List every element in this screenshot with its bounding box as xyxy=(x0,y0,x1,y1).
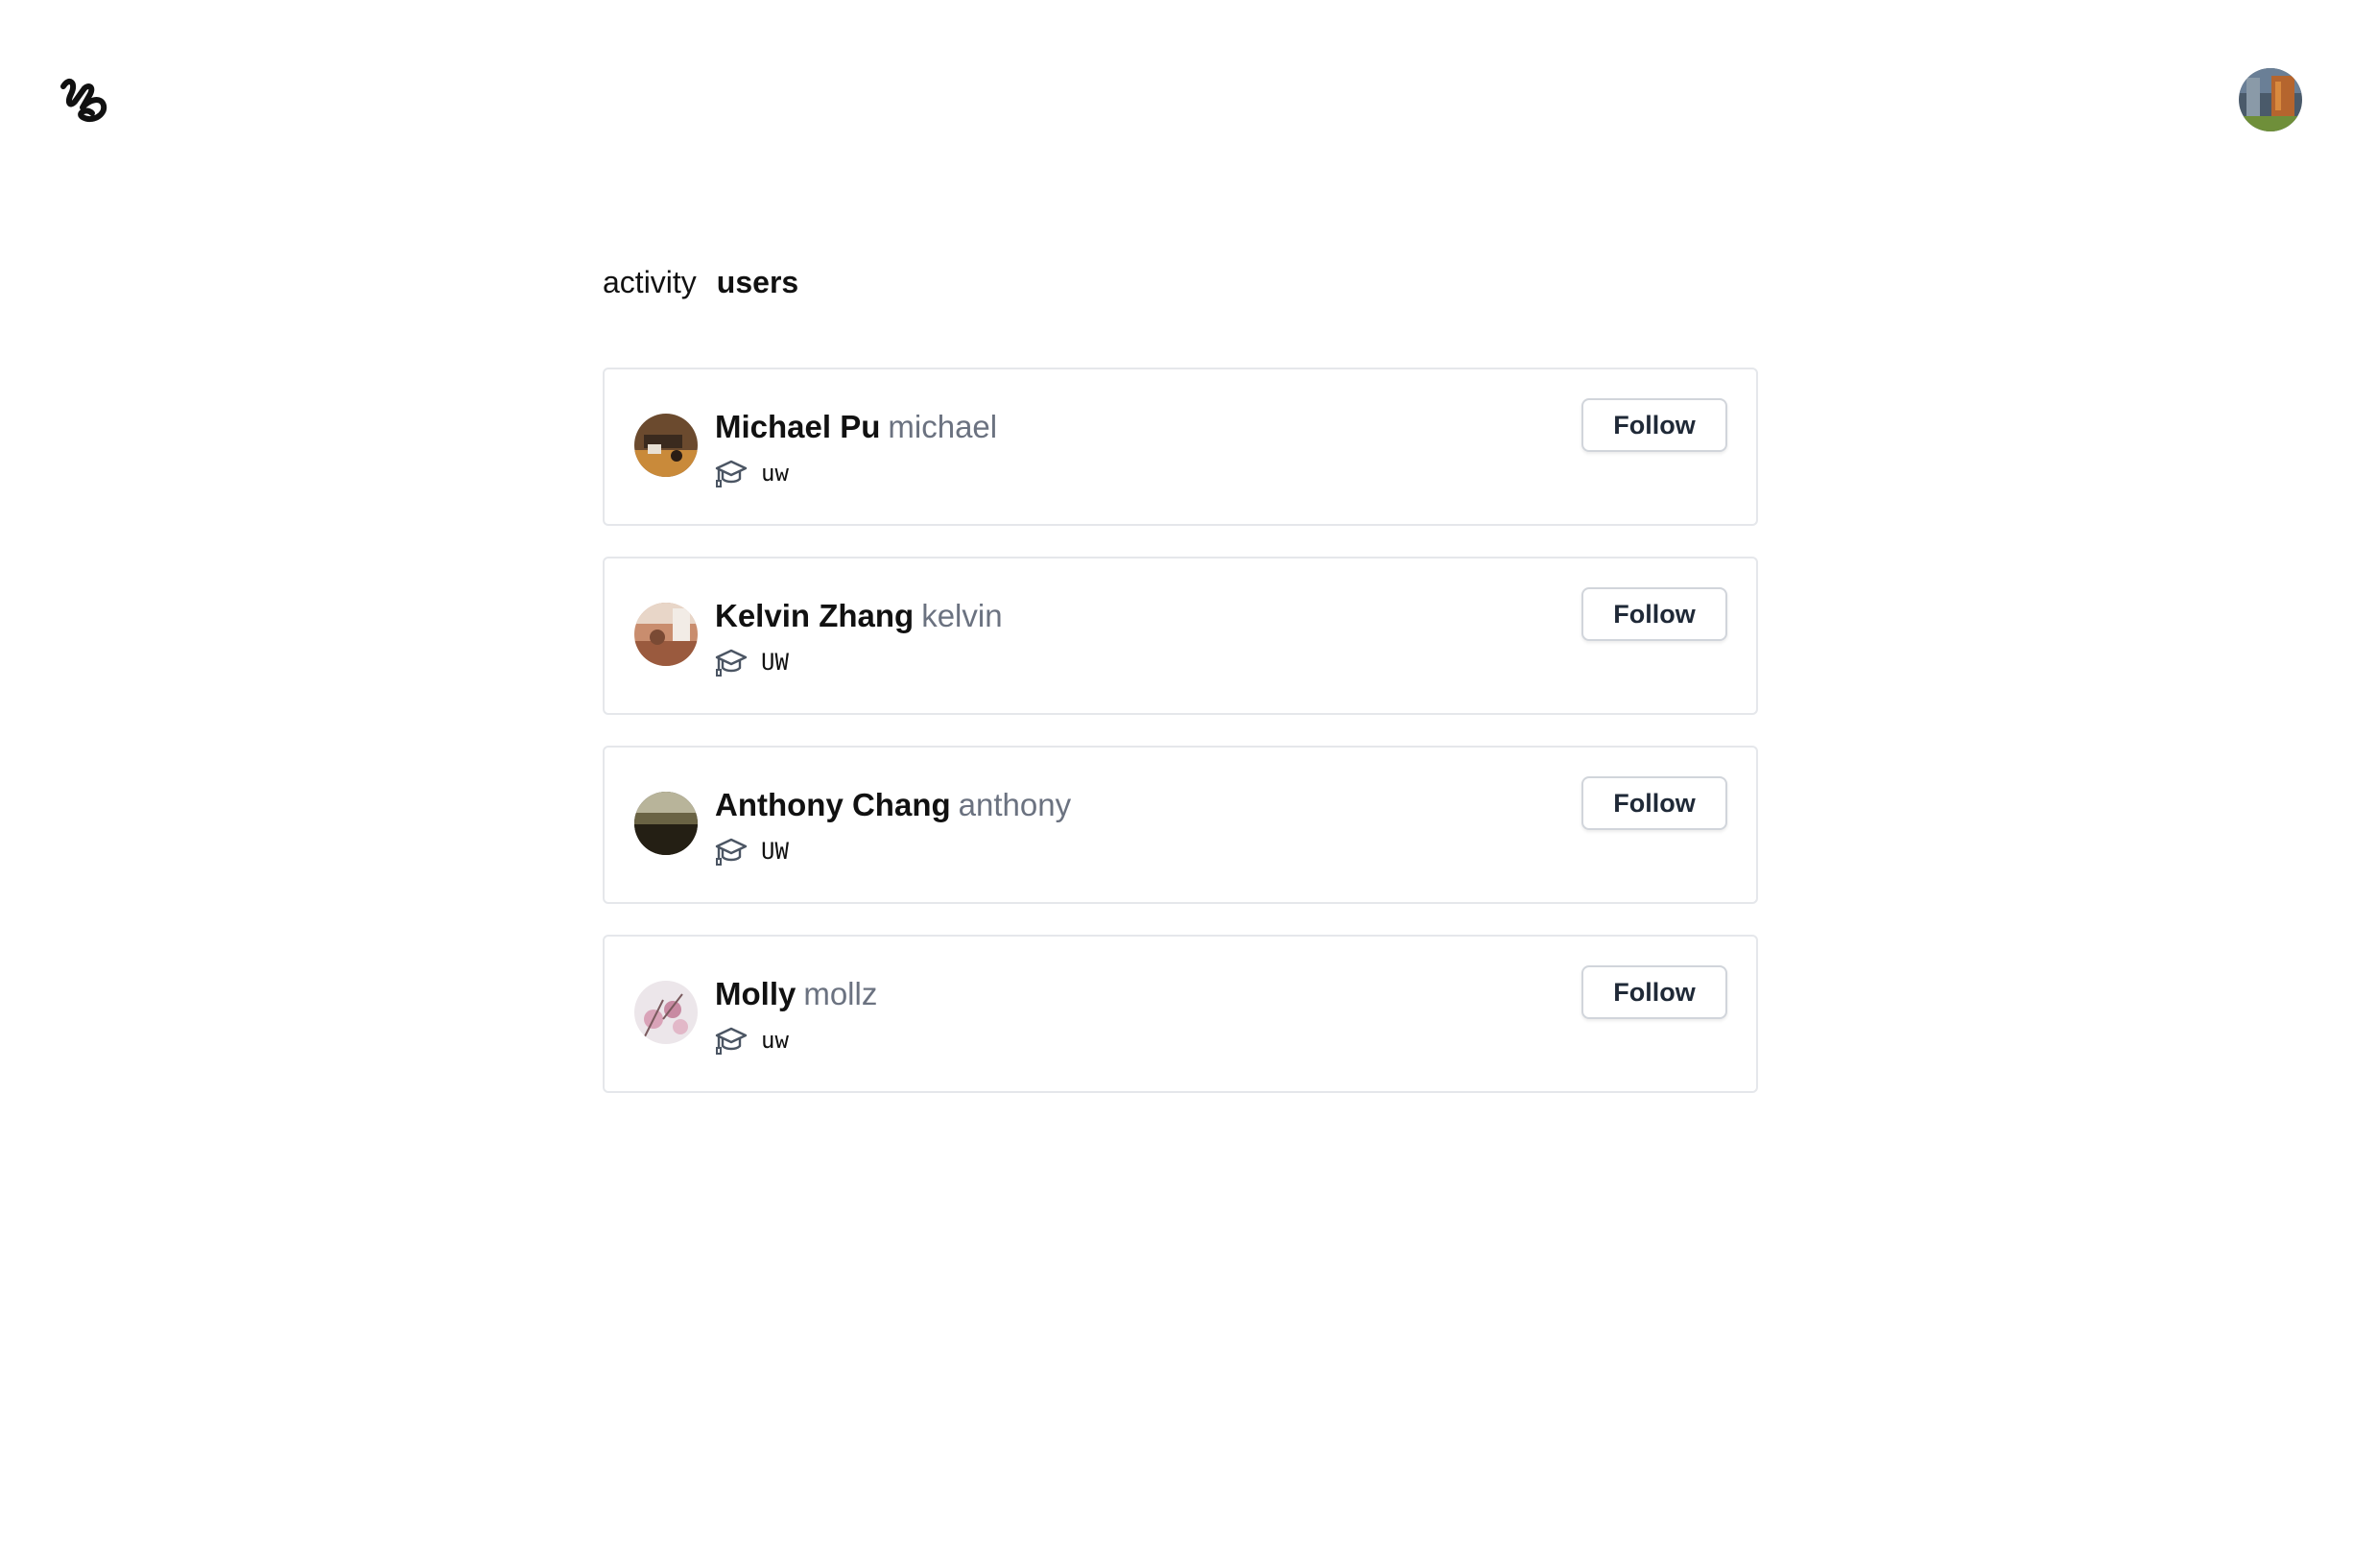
name-row: Michael Pu michael xyxy=(715,406,997,448)
user-card: Molly mollz uw Follow xyxy=(603,935,1758,1093)
profile-avatar-icon xyxy=(2239,68,2302,131)
username: kelvin xyxy=(921,598,1003,633)
name-row: Molly mollz xyxy=(715,973,877,1015)
school-name: uw xyxy=(761,460,789,487)
tab-bar: activity users xyxy=(603,261,798,303)
squiggle-logo-icon[interactable] xyxy=(59,75,109,127)
graduation-cap-icon xyxy=(715,460,748,487)
user-list: Michael Pu michael uw Follow Kelvin Zhan… xyxy=(603,368,1758,1124)
display-name[interactable]: Michael Pu xyxy=(715,409,880,444)
graduation-cap-icon xyxy=(715,838,748,866)
school-row: UW xyxy=(715,647,789,677)
avatar[interactable] xyxy=(634,981,698,1044)
follow-button[interactable]: Follow xyxy=(1581,965,1727,1019)
tab-users[interactable]: users xyxy=(717,261,798,303)
school-name: UW xyxy=(761,649,789,676)
avatar[interactable] xyxy=(634,603,698,666)
school-name: UW xyxy=(761,838,789,865)
display-name[interactable]: Molly xyxy=(715,976,796,1011)
profile-avatar[interactable] xyxy=(2239,68,2302,131)
username: mollz xyxy=(803,976,878,1011)
school-name: uw xyxy=(761,1027,789,1054)
name-row: Kelvin Zhang kelvin xyxy=(715,595,1003,637)
school-row: UW xyxy=(715,836,789,867)
avatar[interactable] xyxy=(634,414,698,477)
user-card: Anthony Chang anthony UW Follow xyxy=(603,746,1758,904)
follow-button[interactable]: Follow xyxy=(1581,776,1727,830)
tab-activity[interactable]: activity xyxy=(603,261,697,303)
follow-button[interactable]: Follow xyxy=(1581,398,1727,452)
user-card: Michael Pu michael uw Follow xyxy=(603,368,1758,526)
username: anthony xyxy=(958,787,1072,822)
username: michael xyxy=(888,409,998,444)
user-card: Kelvin Zhang kelvin UW Follow xyxy=(603,557,1758,715)
display-name[interactable]: Kelvin Zhang xyxy=(715,598,914,633)
graduation-cap-icon xyxy=(715,1027,748,1055)
name-row: Anthony Chang anthony xyxy=(715,784,1071,826)
graduation-cap-icon xyxy=(715,649,748,677)
avatar[interactable] xyxy=(634,792,698,855)
follow-button[interactable]: Follow xyxy=(1581,587,1727,641)
display-name[interactable]: Anthony Chang xyxy=(715,787,951,822)
school-row: uw xyxy=(715,1025,789,1056)
school-row: uw xyxy=(715,458,789,488)
